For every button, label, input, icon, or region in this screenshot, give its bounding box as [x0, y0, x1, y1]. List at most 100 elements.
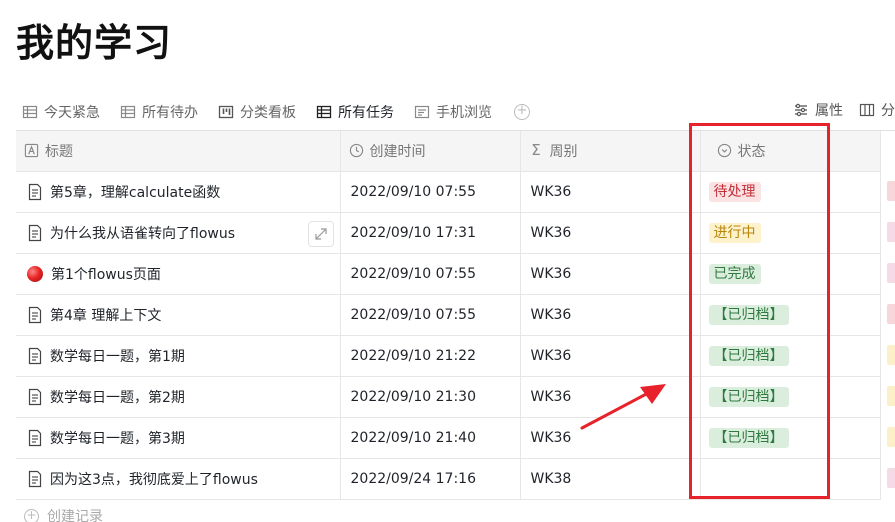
status-tag: 【已归档】 [708, 386, 789, 407]
text-property-icon [24, 144, 39, 158]
created-time: 2022/09/24 17:16 [350, 470, 477, 487]
next-column-tag-stub [887, 386, 895, 406]
doc-icon [28, 429, 42, 446]
next-column-tag-stub [887, 181, 895, 201]
created-cell[interactable]: 2022/09/24 17:16 [340, 458, 521, 500]
status-tag: 【已归档】 [708, 304, 789, 325]
title-cell[interactable]: 因为这3点，我彻底爱上了flowus [16, 458, 341, 500]
view-tab-today-urgent[interactable]: 今天紧急 [16, 93, 106, 131]
column-header-status[interactable]: 状态 [700, 131, 881, 172]
table-header-row: 标题 创建时间 Σ 周别 状态 [16, 131, 881, 172]
row-title: 第1个flowus页面 [51, 266, 161, 283]
view-tab-all-tasks[interactable]: 所有任务 [310, 93, 400, 133]
status-cell[interactable]: 【已归档】 [700, 376, 881, 418]
doc-icon [28, 347, 42, 364]
status-cell[interactable]: 【已归档】 [700, 294, 881, 336]
create-record-button[interactable]: + 创建记录 [24, 506, 103, 522]
title-cell[interactable]: 第5章，理解calculate函数 [16, 171, 341, 213]
view-tab-kanban[interactable]: 分类看板 [212, 93, 302, 131]
created-cell[interactable]: 2022/09/10 07:55 [340, 171, 521, 213]
title-cell[interactable]: 数学每日一题，第1期 [16, 335, 341, 377]
table-row[interactable]: 为什么我从语雀转向了flowus 2022/09/10 17:31 WK36 进行中 [16, 212, 881, 254]
status-tag: 【已归档】 [708, 345, 789, 366]
row-title: 数学每日一题，第1期 [50, 348, 185, 365]
title-cell[interactable]: 第4章 理解上下文 [16, 294, 341, 336]
sliders-icon [795, 103, 807, 117]
status-tag: 进行中 [708, 222, 761, 243]
week-cell[interactable]: WK36 [520, 212, 701, 254]
title-cell[interactable]: 数学每日一题，第3期 [16, 417, 341, 459]
status-cell[interactable]: 进行中 [700, 212, 881, 254]
created-cell[interactable]: 2022/09/10 21:22 [340, 335, 521, 377]
week-cell[interactable]: WK36 [520, 417, 701, 459]
view-tab-label: 所有待办 [142, 105, 198, 121]
week-value: WK36 [530, 265, 572, 282]
column-header-title[interactable]: 标题 [16, 131, 341, 172]
week-value: WK36 [530, 429, 572, 446]
created-cell[interactable]: 2022/09/10 17:31 [340, 212, 521, 254]
status-cell[interactable]: 【已归档】 [700, 417, 881, 459]
next-column-tag-stub [887, 345, 895, 365]
table-row[interactable]: 第1个flowus页面 2022/09/10 07:55 WK36 已完成 [16, 253, 881, 295]
next-column-tag-stub [887, 427, 895, 447]
properties-button[interactable]: 属性 [793, 100, 843, 120]
table-toolbar: 属性 分 [793, 92, 895, 128]
status-cell[interactable] [700, 458, 881, 500]
week-cell[interactable]: WK38 [520, 458, 701, 500]
next-column-tag-stub [887, 304, 895, 324]
table-row[interactable]: 第4章 理解上下文 2022/09/10 07:55 WK36 【已归档】 [16, 294, 881, 336]
title-cell[interactable]: 第1个flowus页面 [16, 253, 341, 295]
view-tab-all-todo[interactable]: 所有待办 [114, 93, 204, 131]
created-cell[interactable]: 2022/09/10 21:40 [340, 417, 521, 459]
table-row[interactable]: 第5章，理解calculate函数 2022/09/10 07:55 WK36 待处理 [16, 171, 881, 213]
view-tab-mobile[interactable]: 手机浏览 [408, 93, 498, 131]
table-row[interactable]: 数学每日一题，第2期 2022/09/10 21:30 WK36 【已归档】 [16, 376, 881, 418]
week-cell[interactable]: WK36 [520, 376, 701, 418]
plus-icon: + [24, 508, 39, 522]
column-header-label: 状态 [737, 143, 766, 160]
open-page-button[interactable] [307, 220, 334, 247]
columns-icon [859, 103, 875, 117]
table-row[interactable]: 因为这3点，我彻底爱上了flowus 2022/09/24 17:16 WK38 [16, 458, 881, 500]
add-view-icon[interactable]: + [514, 104, 530, 120]
week-cell[interactable]: WK36 [520, 171, 701, 213]
title-cell[interactable]: 为什么我从语雀转向了flowus [16, 212, 341, 254]
status-cell[interactable]: 待处理 [700, 171, 881, 213]
created-cell[interactable]: 2022/09/10 07:55 [340, 253, 521, 295]
title-cell[interactable]: 数学每日一题，第2期 [16, 376, 341, 418]
page-title: 我的学习 [16, 21, 173, 65]
created-time: 2022/09/10 21:40 [350, 429, 477, 446]
created-cell[interactable]: 2022/09/10 07:55 [340, 294, 521, 336]
doc-icon [28, 388, 42, 405]
created-cell[interactable]: 2022/09/10 21:30 [340, 376, 521, 418]
status-cell[interactable]: 已完成 [700, 253, 881, 295]
status-cell[interactable]: 【已归档】 [700, 335, 881, 377]
week-value: WK36 [530, 224, 572, 241]
red-ball-icon [27, 265, 43, 282]
row-title: 数学每日一题，第2期 [50, 389, 185, 406]
doc-icon [28, 183, 42, 200]
week-cell[interactable]: WK36 [520, 294, 701, 336]
view-tabs: 今天紧急 所有待办 分类看板 所有任务 手机浏览 + [16, 92, 530, 133]
week-value: WK36 [530, 347, 572, 364]
table-row[interactable]: 数学每日一题，第1期 2022/09/10 21:22 WK36 【已归档】 [16, 335, 881, 377]
week-cell[interactable]: WK36 [520, 253, 701, 295]
created-time: 2022/09/10 21:22 [350, 347, 477, 364]
group-button[interactable]: 分 [859, 100, 895, 120]
column-header-week[interactable]: Σ 周别 [520, 131, 701, 172]
table-row[interactable]: 数学每日一题，第3期 2022/09/10 21:40 WK36 【已归档】 [16, 417, 881, 459]
task-table: 标题 创建时间 Σ 周别 状态 第5章，理解calculate函数 2022/09… [16, 131, 881, 500]
column-header-created[interactable]: 创建时间 [340, 131, 521, 172]
column-header-label: 创建时间 [369, 143, 426, 160]
created-time: 2022/09/10 07:55 [350, 183, 477, 200]
doc-icon [28, 306, 42, 323]
week-cell[interactable]: WK36 [520, 335, 701, 377]
view-tab-label: 今天紧急 [44, 105, 100, 121]
view-tab-label: 手机浏览 [436, 105, 492, 121]
properties-label: 属性 [815, 103, 843, 119]
next-column-tag-stub [887, 468, 895, 488]
row-title: 第5章，理解calculate函数 [50, 184, 221, 201]
created-time: 2022/09/10 07:55 [350, 306, 477, 323]
select-circle-icon [717, 144, 731, 158]
created-time: 2022/09/10 21:30 [350, 388, 477, 405]
